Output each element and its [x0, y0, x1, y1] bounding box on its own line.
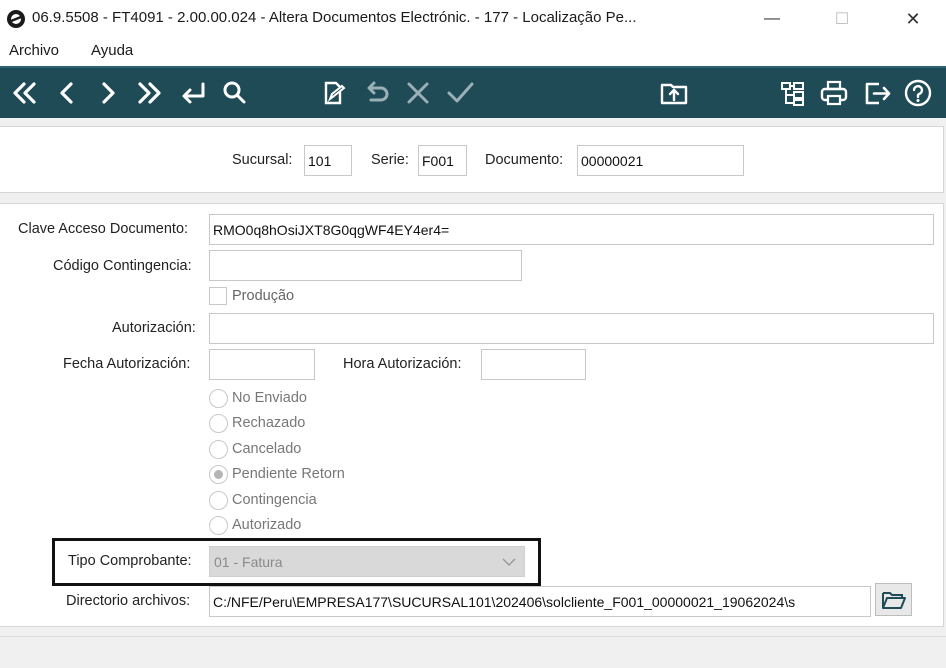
- radio-autorizado-label: Autorizado: [232, 517, 302, 533]
- cancel-icon: [407, 82, 429, 104]
- search-icon: [223, 81, 246, 104]
- sucursal-label: Sucursal:: [232, 152, 293, 168]
- radio-rechazado[interactable]: [209, 414, 228, 433]
- radio-contingencia-label: Contingencia: [232, 492, 317, 508]
- minimize-button[interactable]: —: [752, 6, 792, 32]
- radio-cancelado-label: Cancelado: [232, 441, 302, 457]
- serie-field[interactable]: F001: [418, 145, 467, 176]
- tree-icon: [781, 82, 804, 106]
- folder-open-icon: [881, 591, 906, 609]
- upload-folder-button[interactable]: [657, 76, 691, 110]
- menu-archivo[interactable]: Archivo: [9, 42, 59, 59]
- confirm-icon: [447, 82, 474, 103]
- confirm-button[interactable]: [443, 76, 477, 110]
- search-button[interactable]: [217, 76, 251, 110]
- enter-button[interactable]: [176, 76, 210, 110]
- cancel-button[interactable]: [401, 76, 435, 110]
- documento-field[interactable]: 00000021: [577, 145, 744, 176]
- radio-contingencia[interactable]: [209, 491, 228, 510]
- directorio-archivos-field[interactable]: C:/NFE/Peru\EMPRESA177\SUCURSAL101\20240…: [209, 586, 871, 617]
- tree-button[interactable]: [776, 76, 810, 110]
- edit-button[interactable]: [316, 76, 350, 110]
- app-logo-icon: [6, 9, 26, 29]
- radio-pendiente-retorn-label: Pendiente Retorn: [232, 466, 345, 482]
- hora-autorizacion-label: Hora Autorización:: [343, 356, 462, 372]
- radio-autorizado[interactable]: [209, 516, 228, 535]
- menu-bar: Archivo Ayuda: [0, 38, 946, 66]
- fecha-autorizacion-label: Fecha Autorización:: [63, 356, 191, 372]
- help-icon: [904, 79, 932, 107]
- status-bar: [0, 636, 946, 668]
- previous-record-button[interactable]: [50, 76, 84, 110]
- tipo-comprobante-value: 01 - Fatura: [214, 554, 283, 570]
- enter-icon: [182, 82, 205, 104]
- clave-acceso-label: Clave Acceso Documento:: [18, 221, 189, 237]
- print-button[interactable]: [817, 76, 851, 110]
- undo-icon: [367, 81, 389, 102]
- fecha-autorizacion-field[interactable]: [209, 349, 315, 380]
- exit-icon: [865, 82, 891, 105]
- help-button[interactable]: [901, 76, 935, 110]
- print-icon: [820, 80, 848, 106]
- header-panel: Sucursal: 101 Serie: F001 Documento: 000…: [0, 126, 944, 193]
- menu-ayuda[interactable]: Ayuda: [91, 42, 133, 59]
- maximize-button[interactable]: ☐: [822, 6, 862, 32]
- producao-label: Produção: [232, 288, 295, 304]
- tipo-comprobante-label: Tipo Comprobante:: [68, 553, 192, 569]
- upload-folder-icon: [660, 83, 688, 105]
- radio-no-enviado-label: No Enviado: [232, 390, 307, 406]
- radio-cancelado[interactable]: [209, 440, 228, 459]
- last-icon: [138, 82, 161, 104]
- chevron-down-icon: [502, 558, 516, 567]
- browse-folder-button[interactable]: [875, 583, 912, 616]
- previous-icon: [60, 82, 73, 104]
- radio-rechazado-label: Rechazado: [232, 415, 306, 431]
- first-icon: [13, 82, 36, 104]
- autorizacion-label: Autorización:: [112, 320, 196, 336]
- codigo-contingencia-label: Código Contingencia:: [53, 258, 192, 274]
- clave-acceso-field[interactable]: RMO0q8hOsiJXT8G0qgWF4EY4er4=: [209, 214, 934, 245]
- producao-checkbox[interactable]: [209, 287, 227, 305]
- last-record-button[interactable]: [132, 76, 166, 110]
- hora-autorizacion-field[interactable]: [481, 349, 586, 380]
- edit-document-icon: [324, 81, 346, 105]
- next-icon: [102, 82, 115, 104]
- codigo-contingencia-field[interactable]: [209, 250, 522, 281]
- next-record-button[interactable]: [91, 76, 125, 110]
- documento-label: Documento:: [485, 152, 564, 168]
- directorio-archivos-label: Directorio archivos:: [66, 593, 191, 609]
- autorizacion-field[interactable]: [209, 313, 934, 344]
- sucursal-field[interactable]: 101: [304, 145, 352, 176]
- window-title: 06.9.5508 - FT4091 - 2.00.00.024 - Alter…: [32, 9, 637, 26]
- radio-pendiente-retorn[interactable]: [209, 465, 228, 484]
- exit-button[interactable]: [860, 76, 894, 110]
- toolbar: [0, 66, 946, 118]
- close-button[interactable]: ✕: [893, 6, 933, 32]
- serie-label: Serie:: [371, 152, 409, 168]
- tipo-comprobante-select[interactable]: 01 - Fatura: [209, 546, 525, 577]
- first-record-button[interactable]: [8, 76, 42, 110]
- undo-button[interactable]: [359, 76, 393, 110]
- radio-no-enviado[interactable]: [209, 389, 228, 408]
- title-bar: 06.9.5508 - FT4091 - 2.00.00.024 - Alter…: [0, 0, 946, 38]
